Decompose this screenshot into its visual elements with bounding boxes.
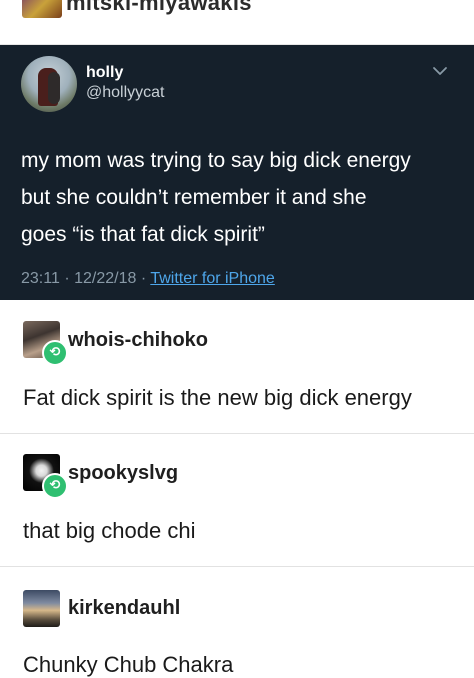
blog-avatar[interactable]	[22, 0, 62, 18]
tweet-text: my mom was trying to say big dick energy…	[21, 142, 461, 253]
user-avatar[interactable]	[23, 590, 60, 627]
tweet-handle[interactable]: @hollyycat	[86, 84, 165, 102]
top-blog-header: mitski-miyawakis	[0, 0, 474, 45]
tweet-meta: 23:11 · 12/22/18 · Twitter for iPhone	[21, 270, 275, 288]
blog-username[interactable]: mitski-miyawakis	[66, 0, 252, 16]
post-text: Chunky Chub Chakra	[23, 652, 234, 677]
reblog-icon: ⟲	[42, 340, 68, 366]
tweet-display-name[interactable]: holly	[86, 64, 123, 82]
tweet-text-line: but she couldn’t remember it and she	[21, 186, 367, 209]
reblog-post: ⟲ whois-chihoko Fat dick spirit is the n…	[0, 300, 474, 434]
post-username[interactable]: spookyslvg	[68, 462, 178, 485]
tweet-text-line: goes “is that fat dick spirit”	[21, 223, 265, 246]
reblog-post: ⟲ spookyslvg that big chode chi	[0, 434, 474, 567]
post-username[interactable]: kirkendauhl	[68, 597, 180, 620]
reblog-post: kirkendauhl Chunky Chub Chakra	[0, 567, 474, 677]
meta-separator: ·	[64, 270, 70, 287]
tweet-avatar[interactable]	[21, 56, 77, 112]
embedded-tweet: holly @hollyycat my mom was trying to sa…	[0, 45, 474, 300]
tweet-source-link[interactable]: Twitter for iPhone	[150, 270, 275, 287]
avatar-figure	[48, 72, 60, 104]
post-text: that big chode chi	[23, 518, 196, 543]
tweet-time: 23:11	[21, 270, 60, 287]
post-text: Fat dick spirit is the new big dick ener…	[23, 385, 412, 410]
post-username[interactable]: whois-chihoko	[68, 329, 208, 352]
meta-separator: ·	[140, 270, 147, 287]
tweet-text-line: my mom was trying to say big dick energy	[21, 149, 411, 172]
reblog-icon: ⟲	[42, 473, 68, 499]
chevron-down-icon[interactable]	[432, 63, 448, 79]
tweet-date: 12/22/18	[74, 270, 137, 287]
